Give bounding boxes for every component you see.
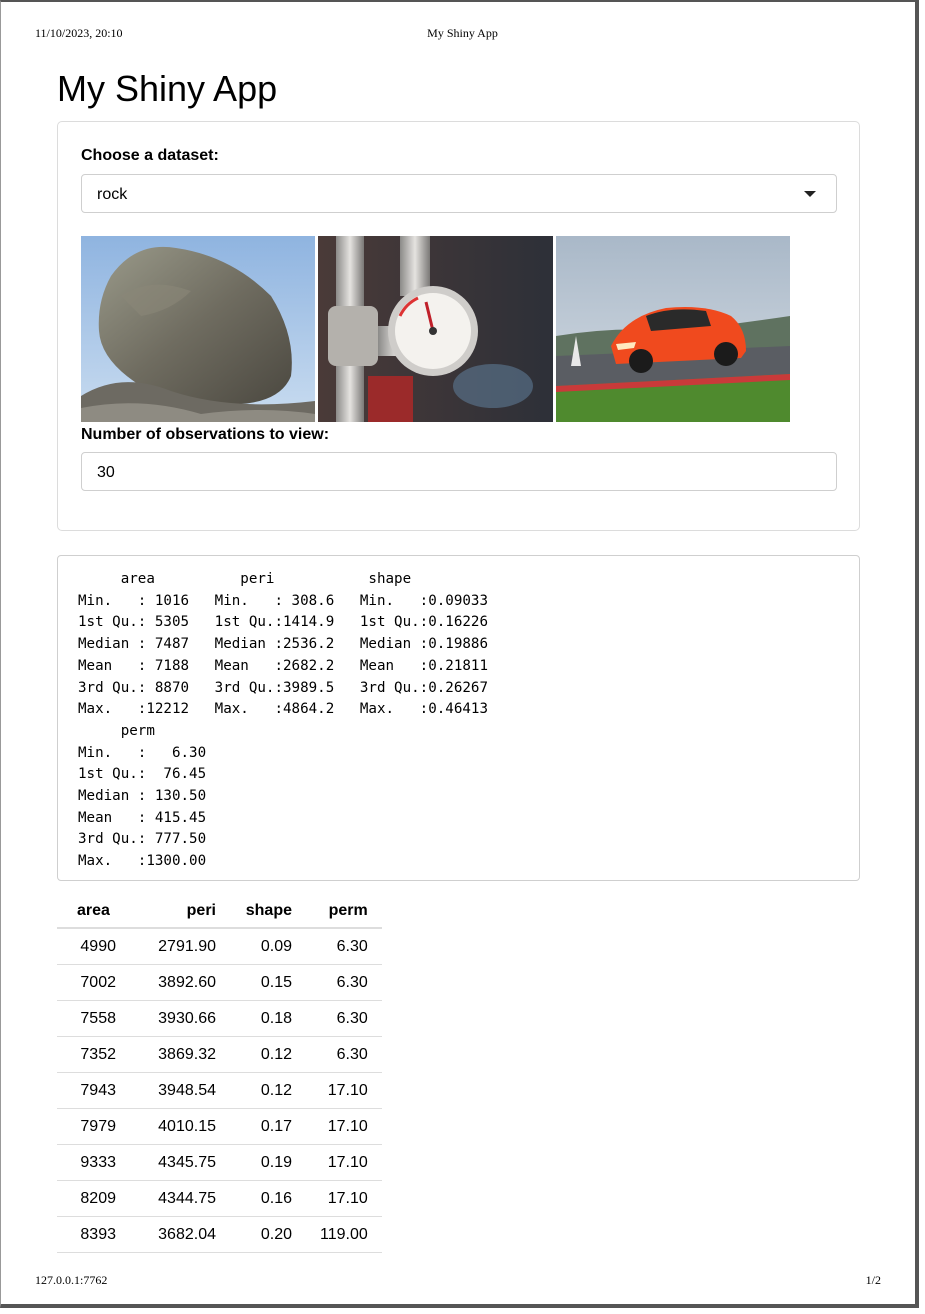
table-row: 4990 2791.90 0.09 6.30 [57,927,382,965]
table-row: 8209 4344.75 0.16 17.10 [57,1180,382,1217]
table-row: 7558 3930.66 0.18 6.30 [57,1000,382,1037]
cell-shape: 0.19 [230,1144,306,1181]
cell-area: 7558 [57,1000,130,1037]
cell-shape: 0.18 [230,1000,306,1037]
dataset-select-value: rock [97,186,128,203]
page-title: My Shiny App [57,68,278,109]
cell-shape: 0.15 [230,964,306,1001]
obs-number-input[interactable]: 30 [81,452,837,491]
sidebar-panel: Choose a dataset: rock Number of observa… [57,121,860,531]
cell-perm: 6.30 [306,927,382,965]
cell-peri: 4344.75 [130,1180,230,1217]
table-row: 7943 3948.54 0.12 17.10 [57,1072,382,1109]
table-row: 9333 4345.75 0.19 17.10 [57,1144,382,1181]
column-header-shape: shape [230,894,306,929]
cell-perm: 17.10 [306,1108,382,1145]
cell-perm: 17.10 [306,1180,382,1217]
cell-shape: 0.09 [230,927,306,965]
table-header-row: area peri shape perm [57,894,382,929]
table-row: 7352 3869.32 0.12 6.30 [57,1036,382,1073]
cell-perm: 6.30 [306,964,382,1001]
cell-perm: 17.10 [306,1072,382,1109]
summary-output: area peri shape Min. : 1016 Min. : 308.6… [57,555,860,881]
cell-perm: 17.10 [306,1144,382,1181]
cell-perm: 6.30 [306,1000,382,1037]
cell-area: 8209 [57,1180,130,1217]
column-header-peri: peri [130,894,230,929]
cell-perm: 119.00 [306,1216,382,1253]
obs-number-value: 30 [97,464,115,481]
cell-area: 4990 [57,927,130,965]
cell-area: 7002 [57,964,130,1001]
column-header-area: area [57,894,130,929]
rock-image [81,236,315,422]
cell-peri: 2791.90 [130,927,230,965]
chevron-down-icon[interactable] [804,191,816,197]
dataset-select[interactable]: rock [81,174,837,213]
table-row: 7979 4010.15 0.17 17.10 [57,1108,382,1145]
cell-area: 7943 [57,1072,130,1109]
cell-peri: 4345.75 [130,1144,230,1181]
cell-peri: 3869.32 [130,1036,230,1073]
cell-peri: 3948.54 [130,1072,230,1109]
column-header-perm: perm [306,894,382,929]
cell-perm: 6.30 [306,1036,382,1073]
print-url: 127.0.0.1:7762 [35,1273,108,1287]
cell-peri: 4010.15 [130,1108,230,1145]
cell-shape: 0.12 [230,1072,306,1109]
table-row: 8393 3682.04 0.20 119.00 [57,1216,382,1253]
cell-peri: 3930.66 [130,1000,230,1037]
cell-shape: 0.17 [230,1108,306,1145]
table-row: 7002 3892.60 0.15 6.30 [57,964,382,1001]
orange-car-image [556,236,790,422]
print-page-number: 1/2 [865,1273,881,1287]
obs-label: Number of observations to view: [81,426,330,443]
cell-area: 7979 [57,1108,130,1145]
cell-shape: 0.20 [230,1216,306,1253]
cell-area: 7352 [57,1036,130,1073]
cell-area: 9333 [57,1144,130,1181]
data-table: area peri shape perm 4990 2791.90 0.09 6… [57,894,382,1253]
dataset-label: Choose a dataset: [81,147,219,164]
cell-peri: 3892.60 [130,964,230,1001]
cell-shape: 0.12 [230,1036,306,1073]
cell-peri: 3682.04 [130,1216,230,1253]
summary-text: area peri shape Min. : 1016 Min. : 308.6… [78,571,488,870]
pressure-gauge-image [318,236,553,422]
cell-area: 8393 [57,1216,130,1253]
print-title: My Shiny App [427,26,498,40]
cell-shape: 0.16 [230,1180,306,1217]
